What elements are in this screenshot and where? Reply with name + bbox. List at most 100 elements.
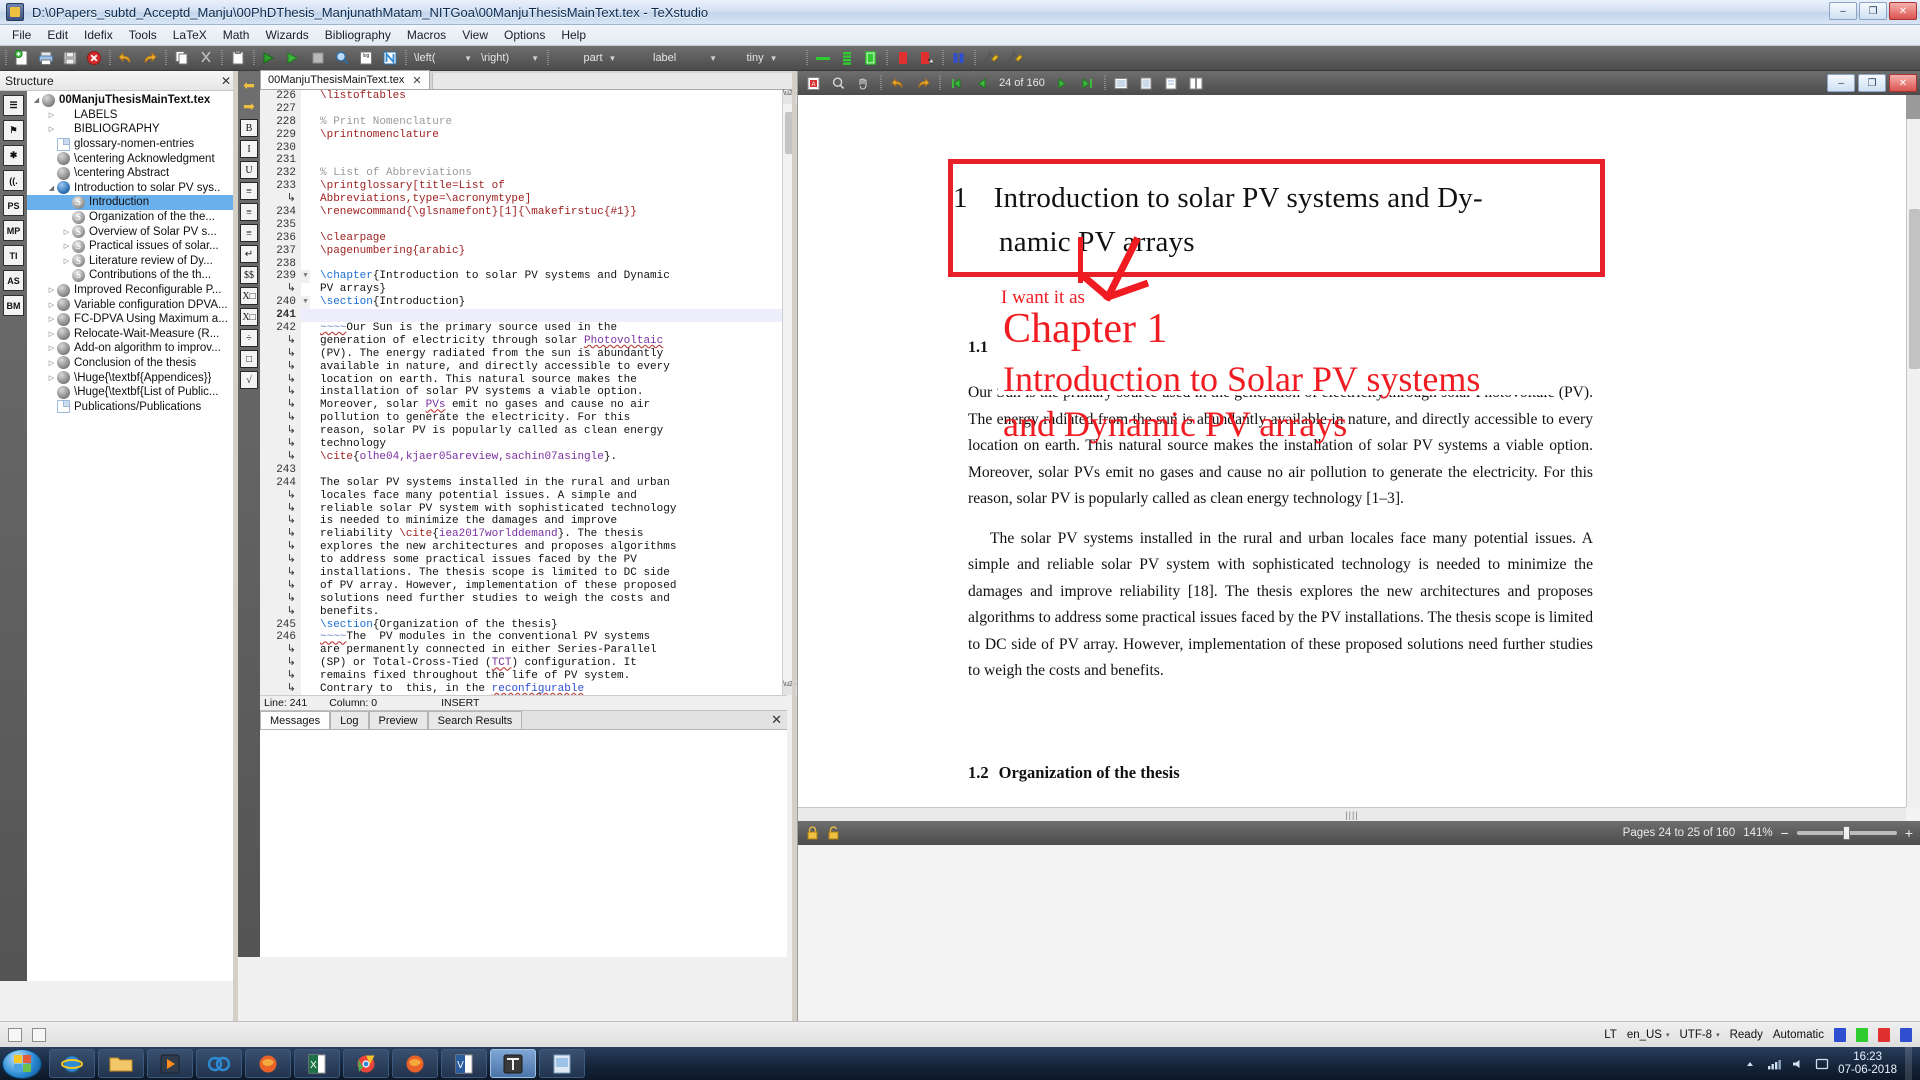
code-line[interactable]: ↳ of PV array. However, implementation of… bbox=[260, 579, 787, 593]
structure-side-tab-3[interactable]: ((. bbox=[3, 170, 24, 191]
expand-arrow-icon[interactable]: ◢ bbox=[31, 96, 42, 104]
back-icon[interactable] bbox=[886, 72, 909, 94]
structure-item[interactable]: ▷ \Huge{\textbf{Appendices}} bbox=[27, 370, 237, 385]
expand-arrow-icon[interactable]: ▷ bbox=[46, 315, 57, 323]
tray-volume-icon[interactable] bbox=[1790, 1057, 1806, 1071]
forward-icon[interactable] bbox=[911, 72, 934, 94]
expand-arrow-icon[interactable]: ▷ bbox=[46, 286, 57, 294]
fold-marker-icon[interactable]: ▼ bbox=[301, 270, 310, 284]
locale-selector[interactable]: en_US ▾ bbox=[1627, 1029, 1670, 1041]
code-line[interactable]: 245 \section{Organization of the thesis} bbox=[260, 618, 787, 632]
pdf-close-button[interactable]: ✕ bbox=[1889, 74, 1917, 92]
structure-item[interactable]: ◢ 00ManjuThesisMainText.tex bbox=[27, 93, 237, 108]
code-line[interactable]: 239 ▼ \chapter{Introduction to solar PV sy… bbox=[260, 270, 787, 284]
menu-item-options[interactable]: Options bbox=[496, 26, 553, 44]
highlight-yellow-2-icon[interactable] bbox=[1003, 47, 1026, 69]
hand-tool-icon[interactable] bbox=[852, 72, 875, 94]
menu-item-tools[interactable]: Tools bbox=[121, 26, 165, 44]
close-icon[interactable]: ✕ bbox=[412, 74, 421, 87]
taskbar-pdf-viewer-icon[interactable] bbox=[539, 1049, 585, 1078]
pdf-horizontal-scrollbar[interactable]: |||| bbox=[798, 807, 1906, 821]
copy-icon[interactable] bbox=[170, 47, 193, 69]
editor-tool-13[interactable]: □ bbox=[240, 350, 258, 368]
menu-item-math[interactable]: Math bbox=[215, 26, 258, 44]
taskbar-media-player-icon[interactable] bbox=[147, 1049, 193, 1078]
structure-item[interactable]: S Contributions of the th... bbox=[27, 268, 237, 283]
structure-side-tab-1[interactable]: ⚑ bbox=[3, 120, 24, 141]
menu-item-edit[interactable]: Edit bbox=[39, 26, 76, 44]
code-line[interactable]: 243 bbox=[260, 463, 787, 477]
expand-arrow-icon[interactable]: ▷ bbox=[61, 242, 72, 250]
structure-side-tab-5[interactable]: MP bbox=[3, 220, 24, 241]
editor-tool-12[interactable]: ÷ bbox=[240, 329, 258, 347]
code-line[interactable]: 241 bbox=[260, 309, 787, 323]
structure-item[interactable]: ▷ FC-DPVA Using Maximum a... bbox=[27, 312, 237, 327]
editor-tab[interactable]: 00ManjuThesisMainText.tex ✕ bbox=[260, 70, 430, 89]
pdf-minimize-button[interactable]: – bbox=[1827, 74, 1855, 92]
code-line[interactable]: ↳ reason, solar PV is popularly called as… bbox=[260, 425, 787, 439]
taskbar-internet-explorer-icon[interactable] bbox=[49, 1049, 95, 1078]
structure-side-tab-6[interactable]: TI bbox=[3, 245, 24, 266]
editor-tool-0[interactable]: ⬅ bbox=[240, 77, 258, 95]
structure-item[interactable]: ▷ Add-on algorithm to improv... bbox=[27, 341, 237, 356]
structure-item[interactable]: \centering Abstract bbox=[27, 166, 237, 181]
structure-tree[interactable]: ◢ 00ManjuThesisMainText.tex ▷ LABELS ▷ BIBLIO… bbox=[27, 91, 237, 981]
structure-item[interactable]: ▷ BIBLIOGRAPHY bbox=[27, 122, 237, 137]
code-line[interactable]: 231 bbox=[260, 154, 787, 168]
blue-bars-icon[interactable] bbox=[947, 47, 970, 69]
editor-tool-1[interactable]: ➡ bbox=[240, 98, 258, 116]
code-line[interactable]: 236 \clearpage bbox=[260, 231, 787, 245]
code-line[interactable]: ↳ explores the new architectures and prop… bbox=[260, 541, 787, 555]
menu-item-view[interactable]: View bbox=[454, 26, 496, 44]
close-document-icon[interactable] bbox=[82, 47, 105, 69]
panel-splitter-left[interactable] bbox=[233, 71, 237, 1021]
paste-icon[interactable] bbox=[226, 47, 249, 69]
pdf-page-area[interactable]: 1 Introduction to solar PV systems and Dy… bbox=[798, 95, 1920, 807]
zoom-out-button[interactable]: − bbox=[1781, 826, 1789, 840]
font-size-combo[interactable]: tiny ▼ bbox=[722, 49, 802, 67]
tray-action-center-icon[interactable] bbox=[1814, 1057, 1830, 1071]
code-line[interactable]: ↳ (PV). The energy radiated from the sun … bbox=[260, 347, 787, 361]
code-line[interactable]: ↳ solutions need further studies to weigh… bbox=[260, 592, 787, 606]
messages-tab-search-results[interactable]: Search Results bbox=[427, 711, 523, 729]
code-line[interactable]: ↳ benefits. bbox=[260, 605, 787, 619]
editor-tool-11[interactable]: X□ bbox=[240, 308, 258, 326]
code-line[interactable]: 230 bbox=[260, 141, 787, 155]
magnify-icon[interactable] bbox=[330, 47, 353, 69]
pdf-maximize-button[interactable]: ❐ bbox=[1858, 74, 1886, 92]
code-line[interactable]: ↳ reliability \cite{iea2017worlddemand}. … bbox=[260, 528, 787, 542]
green-bars-icon[interactable] bbox=[835, 47, 858, 69]
zoom-slider-knob[interactable] bbox=[1842, 826, 1850, 840]
error-marker-icon[interactable] bbox=[915, 47, 938, 69]
panel-splitter-right[interactable] bbox=[792, 71, 796, 1021]
minimize-button[interactable]: – bbox=[1829, 2, 1857, 20]
taskbar-chromium-icon[interactable] bbox=[196, 1049, 242, 1078]
code-editor[interactable]: 226 \listoftables 227 228 % Print Nomenclatu… bbox=[260, 90, 787, 695]
pdf-scrollbar-thumb[interactable] bbox=[1909, 209, 1920, 369]
code-line[interactable]: 246 ~~~~The PV modules in the conventiona… bbox=[260, 631, 787, 645]
expand-arrow-icon[interactable]: ▷ bbox=[46, 125, 57, 133]
fold-marker-icon[interactable]: ▼ bbox=[301, 296, 310, 310]
green-bars-outline-icon[interactable] bbox=[859, 47, 882, 69]
messages-tab-preview[interactable]: Preview bbox=[368, 711, 428, 729]
editor-tool-14[interactable]: √ bbox=[240, 371, 258, 389]
view-log-icon[interactable]: log bbox=[354, 47, 377, 69]
stop-icon[interactable] bbox=[306, 47, 329, 69]
save-icon[interactable] bbox=[58, 47, 81, 69]
pdf-vertical-scrollbar[interactable] bbox=[1906, 119, 1920, 807]
structure-close-icon[interactable]: ✕ bbox=[221, 74, 231, 88]
structure-side-tab-0[interactable]: ☰ bbox=[3, 95, 24, 116]
structure-item[interactable]: \centering Acknowledgment bbox=[27, 151, 237, 166]
editor-tool-9[interactable]: $$ bbox=[240, 266, 258, 284]
expand-arrow-icon[interactable]: ▷ bbox=[61, 228, 72, 236]
code-line[interactable]: ↳ generation of electricity through solar… bbox=[260, 334, 787, 348]
label-style-combo[interactable]: label ▼ bbox=[649, 49, 721, 67]
menu-item-wizards[interactable]: Wizards bbox=[257, 26, 316, 44]
expand-arrow-icon[interactable]: ▷ bbox=[46, 330, 57, 338]
code-line[interactable]: ↳ Contrary to this, in the reconfigurable bbox=[260, 682, 787, 695]
status-panel-toggle-right-icon[interactable] bbox=[32, 1027, 46, 1042]
structure-item[interactable]: ▷ Relocate-Wait-Measure (R... bbox=[27, 327, 237, 342]
structure-item[interactable]: S Organization of the the... bbox=[27, 210, 237, 225]
structure-item[interactable]: S Introduction bbox=[27, 195, 237, 210]
editor-tool-10[interactable]: X□ bbox=[240, 287, 258, 305]
